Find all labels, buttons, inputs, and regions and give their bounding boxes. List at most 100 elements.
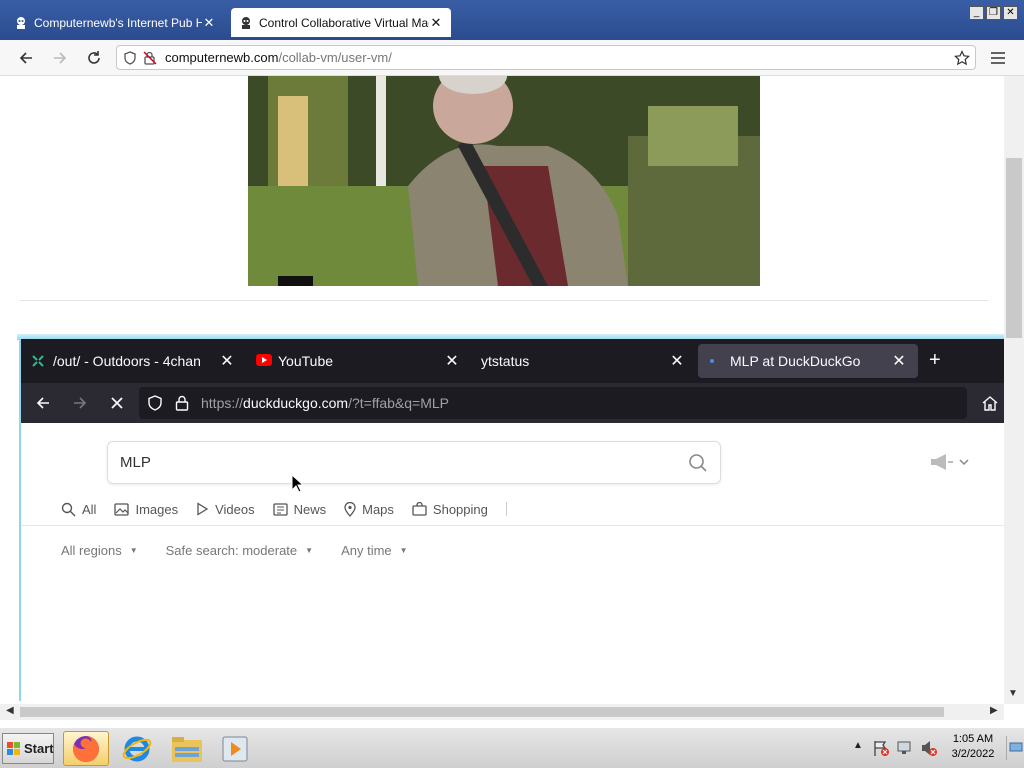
clock-time: 1:05 AM <box>952 733 994 745</box>
filter-label: News <box>293 501 327 517</box>
search-icon[interactable] <box>688 453 708 473</box>
inner-nav-bar: https://duckduckgo.com/?t=ffab&q=MLP <box>21 383 1004 423</box>
filter-maps[interactable]: Maps <box>344 501 394 517</box>
inner-tab-title: ytstatus <box>481 353 530 369</box>
filter-shopping[interactable]: Shopping <box>412 502 488 517</box>
caret-down-icon: ▼ <box>399 546 408 555</box>
volume-muted-icon[interactable] <box>920 739 938 757</box>
taskbar-firefox[interactable] <box>63 731 109 766</box>
taskbar: Start ▲ 1:05 AM 3/2/2022 <box>0 727 1024 768</box>
filter-label: Images <box>135 501 179 517</box>
scroll-left-arrow-icon[interactable]: ◀ <box>6 705 14 716</box>
close-tab-icon[interactable]: ✕ <box>668 351 686 371</box>
search-icon <box>61 502 82 517</box>
filter-label: Shopping <box>432 501 488 517</box>
back-button[interactable] <box>35 395 51 411</box>
outer-nav-bar: computernewb.com/collab-vm/user-vm/ <box>0 40 1024 76</box>
option-label: All regions <box>61 543 122 558</box>
time-dropdown[interactable]: Any time ▼ <box>341 543 408 558</box>
page-content: /out/ - Outdoors - 4chan ✕ YouTube ✕ yts… <box>0 76 1024 720</box>
close-tab-icon[interactable]: ✕ <box>443 351 461 371</box>
url-prefix: https:// <box>201 395 244 411</box>
show-hidden-icons-button[interactable]: ▲ <box>853 740 863 751</box>
shield-icon <box>147 395 163 411</box>
image-icon <box>114 502 135 516</box>
url-host: duckduckgo.com <box>243 395 349 411</box>
close-window-button[interactable]: ✕ <box>1003 6 1018 20</box>
youtube-icon <box>256 354 272 368</box>
inner-tab-youtube[interactable]: YouTube ✕ <box>246 344 471 378</box>
close-tab-icon[interactable]: ✕ <box>429 15 443 31</box>
media-player-icon <box>221 735 249 763</box>
folder-icon <box>171 735 203 763</box>
home-icon[interactable] <box>981 394 999 412</box>
filter-label: Maps <box>362 501 394 517</box>
restore-button[interactable]: ❐ <box>986 6 1001 20</box>
network-icon[interactable] <box>896 739 914 757</box>
caret-down-icon: ▼ <box>305 546 314 555</box>
filter-images[interactable]: Images <box>114 502 178 517</box>
search-query: MLP <box>120 454 151 471</box>
horizontal-scroll-thumb[interactable] <box>20 707 944 717</box>
safe-search-dropdown[interactable]: Safe search: moderate ▼ <box>166 543 313 558</box>
outer-url-bar[interactable]: computernewb.com/collab-vm/user-vm/ <box>116 45 976 70</box>
lock-icon <box>175 395 189 411</box>
close-tab-icon[interactable]: ✕ <box>218 351 236 371</box>
close-tab-icon[interactable]: ✕ <box>890 351 908 371</box>
action-center-flag-icon[interactable] <box>872 739 890 757</box>
url-path: /collab-vm/user-vm/ <box>278 50 392 65</box>
url-host: computernewb.com <box>165 50 279 65</box>
filter-label: All <box>82 501 97 517</box>
megaphone-icon <box>929 453 955 471</box>
scroll-right-arrow-icon[interactable]: ▶ <box>990 705 998 716</box>
firefox-icon <box>71 734 101 764</box>
filter-all[interactable]: All <box>61 502 96 517</box>
filter-underline <box>21 525 1004 526</box>
outer-tab-pub-hub[interactable]: Computernewb's Internet Pub Hub ✕ <box>6 8 224 37</box>
megaphone-menu[interactable] <box>929 453 969 471</box>
inner-tab-duckduckgo[interactable]: MLP at DuckDuckGo ✕ <box>698 344 918 378</box>
inner-tab-4chan[interactable]: /out/ - Outdoors - 4chan ✕ <box>21 344 246 378</box>
computernewb-icon <box>14 16 28 30</box>
inner-tab-title: /out/ - Outdoors - 4chan <box>53 353 201 369</box>
close-tab-icon[interactable]: ✕ <box>202 15 216 31</box>
region-dropdown[interactable]: All regions ▼ <box>61 543 138 558</box>
filter-videos[interactable]: Videos <box>196 502 255 517</box>
forward-button[interactable] <box>50 48 70 68</box>
menu-icon[interactable] <box>988 48 1008 68</box>
inner-url-bar[interactable]: https://duckduckgo.com/?t=ffab&q=MLP <box>139 387 967 419</box>
inner-tab-title: YouTube <box>278 353 334 369</box>
forward-button[interactable] <box>72 395 88 411</box>
internet-explorer-icon <box>122 734 152 764</box>
vertical-scroll-thumb[interactable] <box>1006 158 1022 338</box>
inner-tab-ytstatus[interactable]: ytstatus ✕ <box>471 344 696 378</box>
loading-dot-icon <box>708 354 722 368</box>
back-button[interactable] <box>16 48 36 68</box>
start-button[interactable]: Start <box>2 733 54 764</box>
play-icon <box>196 502 215 516</box>
taskbar-internet-explorer[interactable] <box>114 731 160 766</box>
shield-icon <box>123 50 137 65</box>
bookmark-star-icon[interactable] <box>952 48 972 68</box>
stop-loading-button[interactable] <box>109 395 125 411</box>
new-tab-button[interactable]: + <box>929 350 941 370</box>
newspaper-icon <box>272 502 294 516</box>
option-label: Safe search: moderate <box>165 543 298 558</box>
outer-tab-collab-vm[interactable]: Control Collaborative Virtual Machine ✕ <box>231 8 451 37</box>
outer-tab-bar: Computernewb's Internet Pub Hub ✕ Contro… <box>0 0 1024 40</box>
scroll-down-arrow-icon[interactable]: ▼ <box>1008 688 1018 699</box>
vm-screen[interactable]: /out/ - Outdoors - 4chan ✕ YouTube ✕ yts… <box>19 339 1004 701</box>
inner-tab-title: MLP at DuckDuckGo <box>730 353 861 369</box>
show-desktop-button[interactable] <box>1006 736 1023 760</box>
search-input[interactable]: MLP <box>107 441 721 484</box>
reload-button[interactable] <box>84 48 104 68</box>
system-clock[interactable]: 1:05 AM 3/2/2022 <box>946 732 1000 762</box>
filter-news[interactable]: News <box>272 501 327 517</box>
minimize-button[interactable]: _ <box>969 6 984 20</box>
video-frame[interactable] <box>248 76 760 286</box>
taskbar-file-explorer[interactable] <box>164 731 210 766</box>
windows-logo-icon <box>7 741 21 756</box>
computernewb-icon <box>239 16 253 30</box>
taskbar-media-player[interactable] <box>212 731 258 766</box>
option-label: Any time <box>341 543 392 558</box>
